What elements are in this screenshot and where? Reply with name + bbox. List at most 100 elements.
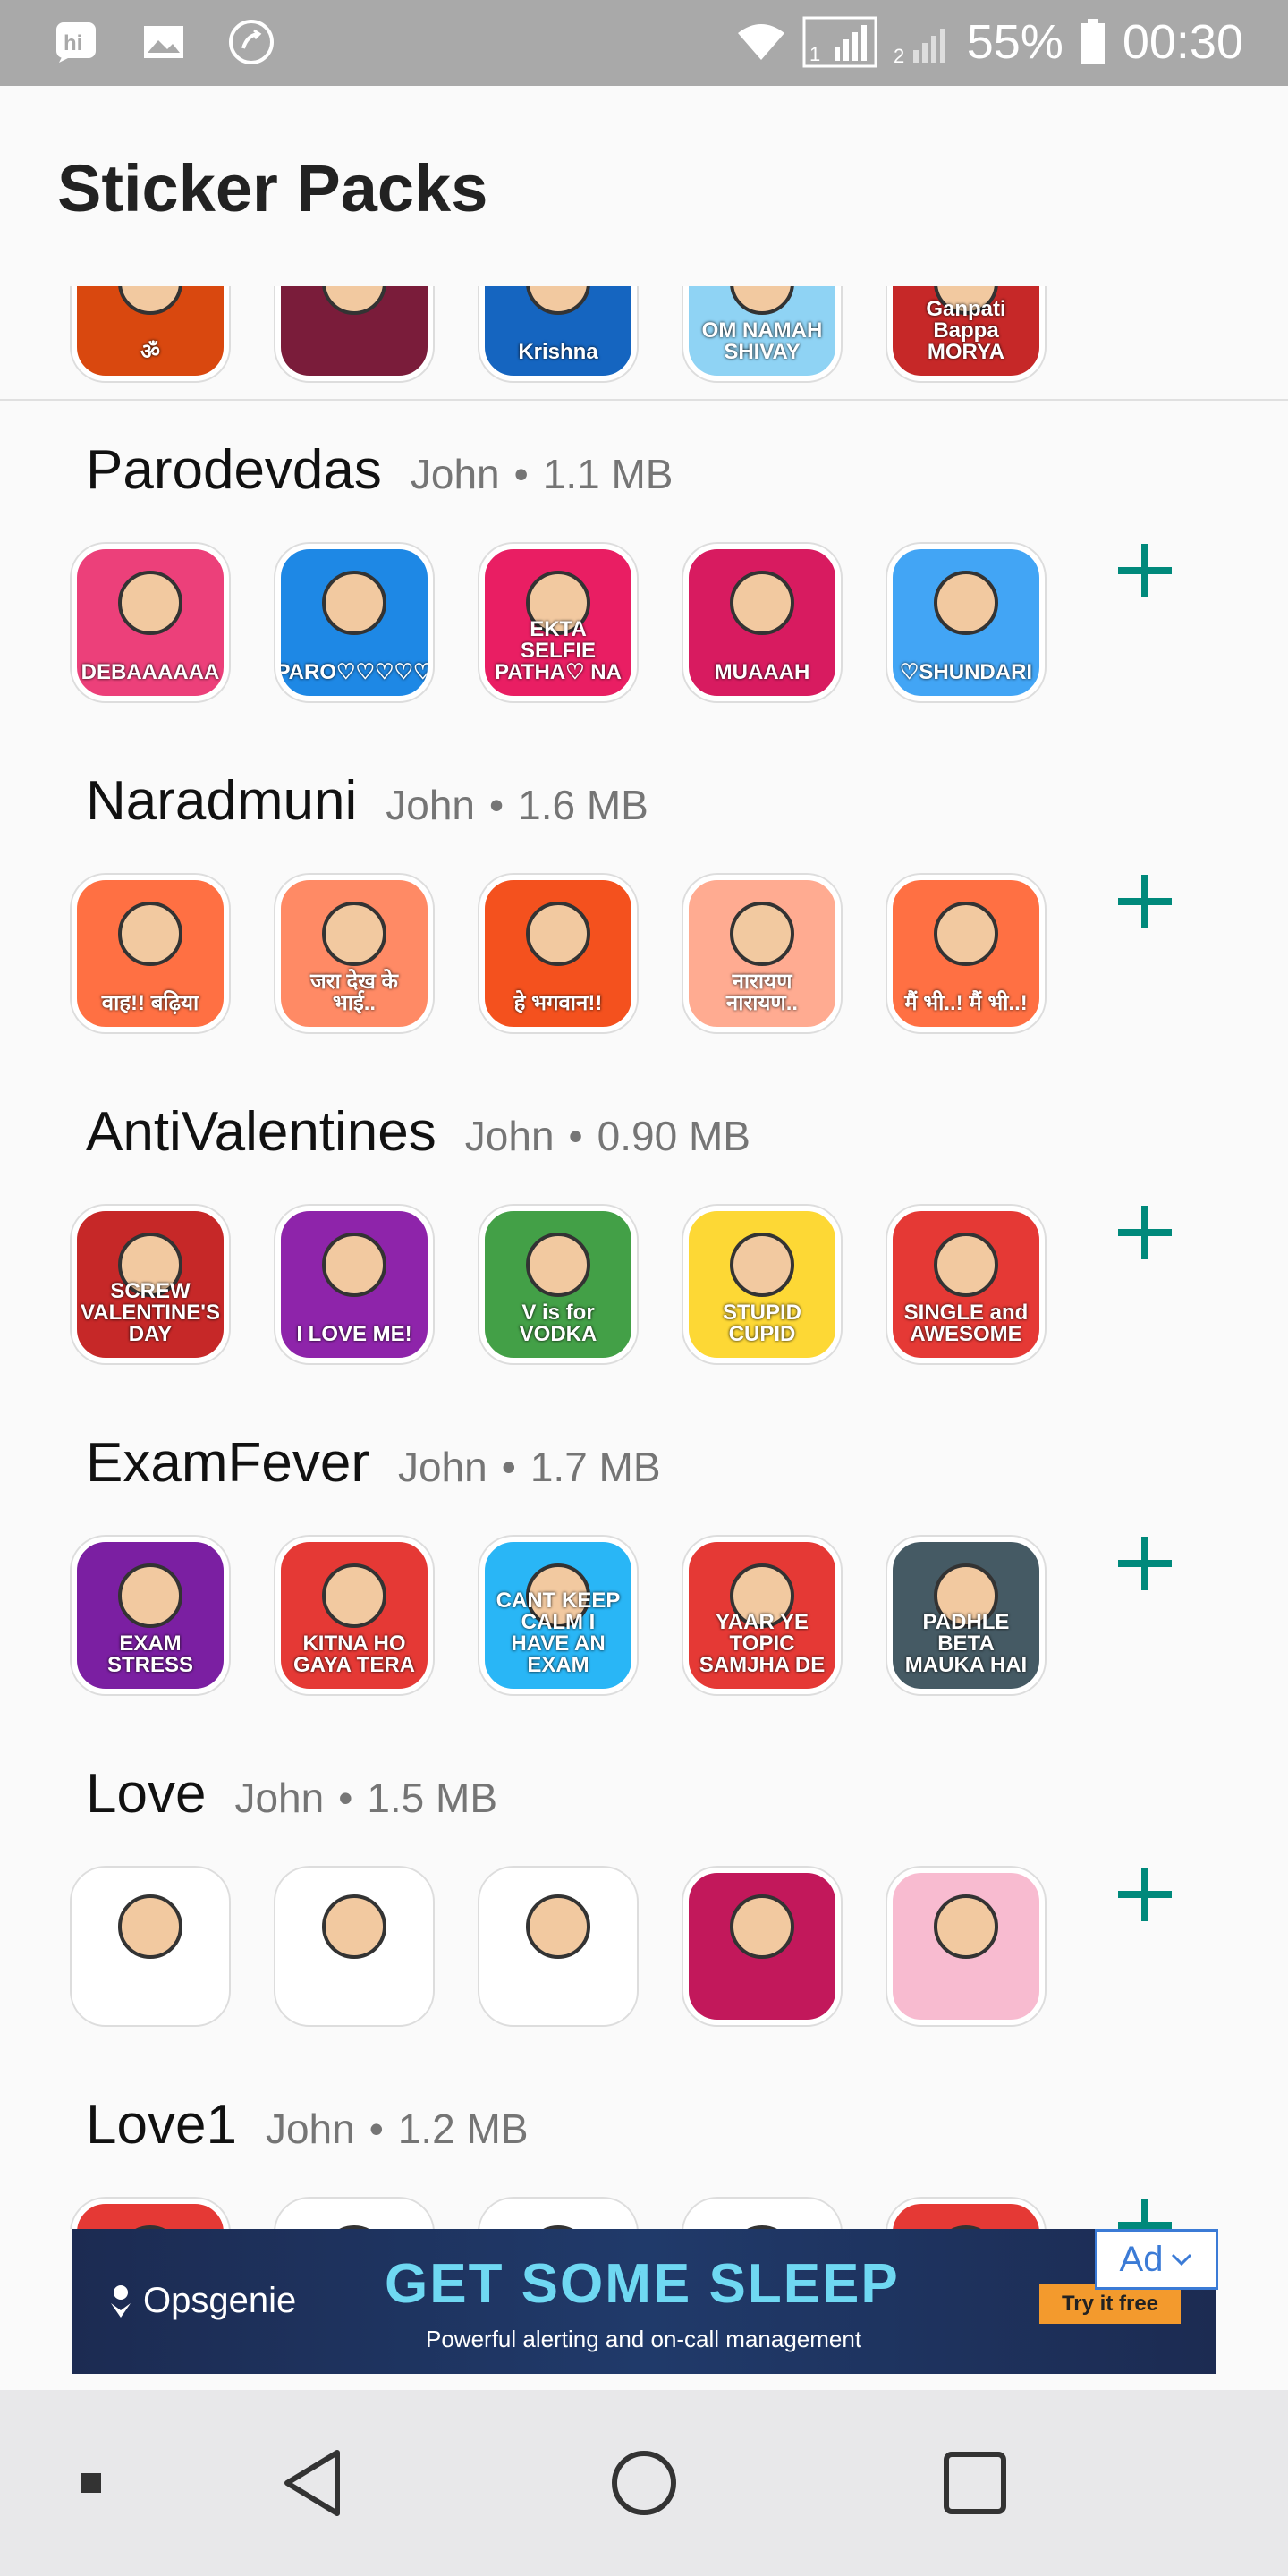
plus-icon [1118, 875, 1172, 928]
page-title: Sticker Packs [57, 151, 488, 225]
sticker-caption: CANT KEEP CALM I HAVE AN EXAM [496, 1589, 621, 1677]
sticker-character [730, 902, 794, 966]
pack-name: ExamFever [86, 1432, 369, 1494]
sticker-pack-row[interactable]: Love John • 1.5 MB [0, 1724, 1288, 2058]
gallery-icon [138, 16, 190, 68]
meta-separator: • [338, 1775, 353, 1821]
ad-banner[interactable]: Opsgenie GET SOME SLEEP Powerful alertin… [72, 2229, 1216, 2374]
sticker-thumbnail [275, 286, 433, 381]
meta-separator: • [501, 1444, 516, 1490]
sticker-thumbnail: KITNA HO GAYA TERA [275, 1537, 433, 1694]
signal-sim1-icon: 1 [802, 16, 877, 68]
sticker-caption: STUPID CUPID [722, 1301, 801, 1346]
home-circle-icon [612, 2451, 676, 2515]
sticker-character [322, 1563, 386, 1628]
sticker-character [322, 1894, 386, 1959]
sticker-pack-row-partial[interactable]: ॐ Krishna OM NAMAH SHIVAY Ganpati Bappa MOR… [0, 286, 1288, 402]
sticker-thumbnail: नारायण नारायण.. [683, 875, 841, 1032]
sticker-caption: V is for VODKA [519, 1301, 597, 1346]
sticker-caption: PADHLE BETA MAUKA HAI [904, 1610, 1028, 1677]
nav-back-button[interactable] [268, 2438, 358, 2528]
add-pack-button[interactable] [1109, 1197, 1181, 1268]
add-pack-button[interactable] [1109, 2190, 1181, 2229]
pack-name: Love [86, 1763, 207, 1825]
sticker-thumbnail: CANT KEEP CALM I HAVE AN EXAM [479, 1537, 637, 1694]
sticker-caption: DEBAAAAAA [80, 660, 220, 684]
sticker-pack-row[interactable]: Love1 John • 1.2 MB Love!! [0, 2055, 1288, 2229]
sticker-caption: नारायण नारायण.. [725, 970, 799, 1015]
pack-name: AntiValentines [86, 1101, 436, 1163]
recents-square-icon [944, 2452, 1006, 2514]
sticker-thumbnail [887, 1868, 1045, 2025]
pack-meta: John • 1.1 MB [411, 450, 674, 498]
sticker-thumbnail: Love!! [72, 2199, 229, 2229]
sticker-pack-row[interactable]: Naradmuni John • 1.6 MB वाह!! बढ़िया जरा देख … [0, 732, 1288, 1065]
pack-size: 1.6 MB [518, 782, 648, 828]
app-header: Sticker Packs [0, 86, 1288, 286]
sticker-preview-strip: ॐ Krishna OM NAMAH SHIVAY Ganpati Bappa MOR… [72, 286, 1045, 381]
add-pack-button[interactable] [1109, 535, 1181, 606]
status-right-icons: 1 2 55% 00:30 [736, 14, 1243, 70]
wifi-icon [737, 24, 784, 60]
pack-meta: John • 1.6 MB [386, 781, 648, 829]
pack-author: John [464, 1113, 555, 1159]
nav-recents-button[interactable] [930, 2438, 1020, 2528]
pack-size: 0.90 MB [597, 1113, 750, 1159]
back-triangle-icon [284, 2450, 340, 2516]
pack-name: Love1 [86, 2094, 237, 2156]
battery-icon [1080, 19, 1105, 64]
sticker-caption: I LOVE ME! [296, 1322, 412, 1346]
sticker-pack-row[interactable]: ExamFever John • 1.7 MB EXAM STRESS KITNA HO … [0, 1394, 1288, 1727]
sticker-caption: MUAAAH [714, 660, 810, 684]
sticker-thumbnail: V is for VODKA [479, 1206, 637, 1363]
pack-author: John [265, 2106, 355, 2152]
sticker-caption: SINGLE and AWESOME [903, 1301, 1029, 1346]
sticker-caption [349, 363, 360, 376]
sticker-caption: हे भगवान!! [513, 991, 603, 1015]
pack-name: Naradmuni [86, 770, 358, 832]
add-pack-button[interactable] [1109, 866, 1181, 937]
sticker-pack-list[interactable]: ॐ Krishna OM NAMAH SHIVAY Ganpati Bappa MOR… [0, 286, 1288, 2229]
sticker-character [934, 902, 998, 966]
sticker-thumbnail [479, 1868, 637, 2025]
add-pack-button[interactable] [1109, 1528, 1181, 1599]
sticker-thumbnail: Krishna [479, 286, 637, 381]
sticker-character [526, 1233, 590, 1297]
plus-icon [1118, 1206, 1172, 1259]
ad-cta-button[interactable]: Try it free [1039, 2284, 1181, 2324]
sticker-character [934, 571, 998, 635]
nav-home-button[interactable] [599, 2438, 689, 2528]
sticker-thumbnail: I LOVE ME! [275, 1206, 433, 1363]
sticker-thumbnail [479, 2199, 637, 2229]
pack-header: Parodevdas John • 1.1 MB [86, 438, 673, 502]
sticker-pack-row[interactable]: Parodevdas John • 1.1 MB DEBAAAAAA PARO♡♡♡♡♡ E… [0, 401, 1288, 734]
sticker-caption: वाह!! बढ़िया [101, 991, 199, 1015]
pack-author: John [410, 451, 500, 497]
pack-header: Love John • 1.5 MB [86, 1762, 497, 1826]
sticker-preview-strip [72, 1868, 1045, 2025]
hike-icon: hi [50, 16, 102, 68]
meta-separator: • [369, 2106, 384, 2152]
sticker-thumbnail: YAAR YE TOPIC SAMJHA DE [683, 1537, 841, 1694]
sticker-preview-strip: DEBAAAAAA PARO♡♡♡♡♡ EKTA SELFIE PATHA♡ NA M… [72, 544, 1045, 701]
sticker-caption: मैं भी..! मैं भी..! [904, 991, 1028, 1015]
status-left-icons: hi [50, 16, 277, 68]
sticker-character [526, 1894, 590, 1959]
meta-separator: • [489, 782, 504, 828]
nav-menu-button[interactable] [47, 2438, 136, 2528]
sticker-character [118, 571, 182, 635]
sticker-character [118, 1894, 182, 1959]
ad-choices-badge[interactable]: Ad [1095, 2229, 1218, 2290]
sticker-thumbnail: वाह!! बढ़िया [72, 875, 229, 1032]
sticker-character [118, 902, 182, 966]
plus-icon [1118, 2199, 1172, 2229]
pack-name: Parodevdas [86, 439, 382, 501]
sticker-character [730, 1233, 794, 1297]
sticker-pack-row[interactable]: AntiValentines John • 0.90 MB SCREW VALENTIN… [0, 1063, 1288, 1396]
ad-brand-name: Opsgenie [143, 2281, 297, 2320]
pack-header: ExamFever John • 1.7 MB [86, 1431, 661, 1495]
sticker-thumbnail: Ganpati Bappa MORYA [887, 286, 1045, 381]
sticker-character [322, 1233, 386, 1297]
sticker-thumbnail [275, 2199, 433, 2229]
add-pack-button[interactable] [1109, 1859, 1181, 1930]
